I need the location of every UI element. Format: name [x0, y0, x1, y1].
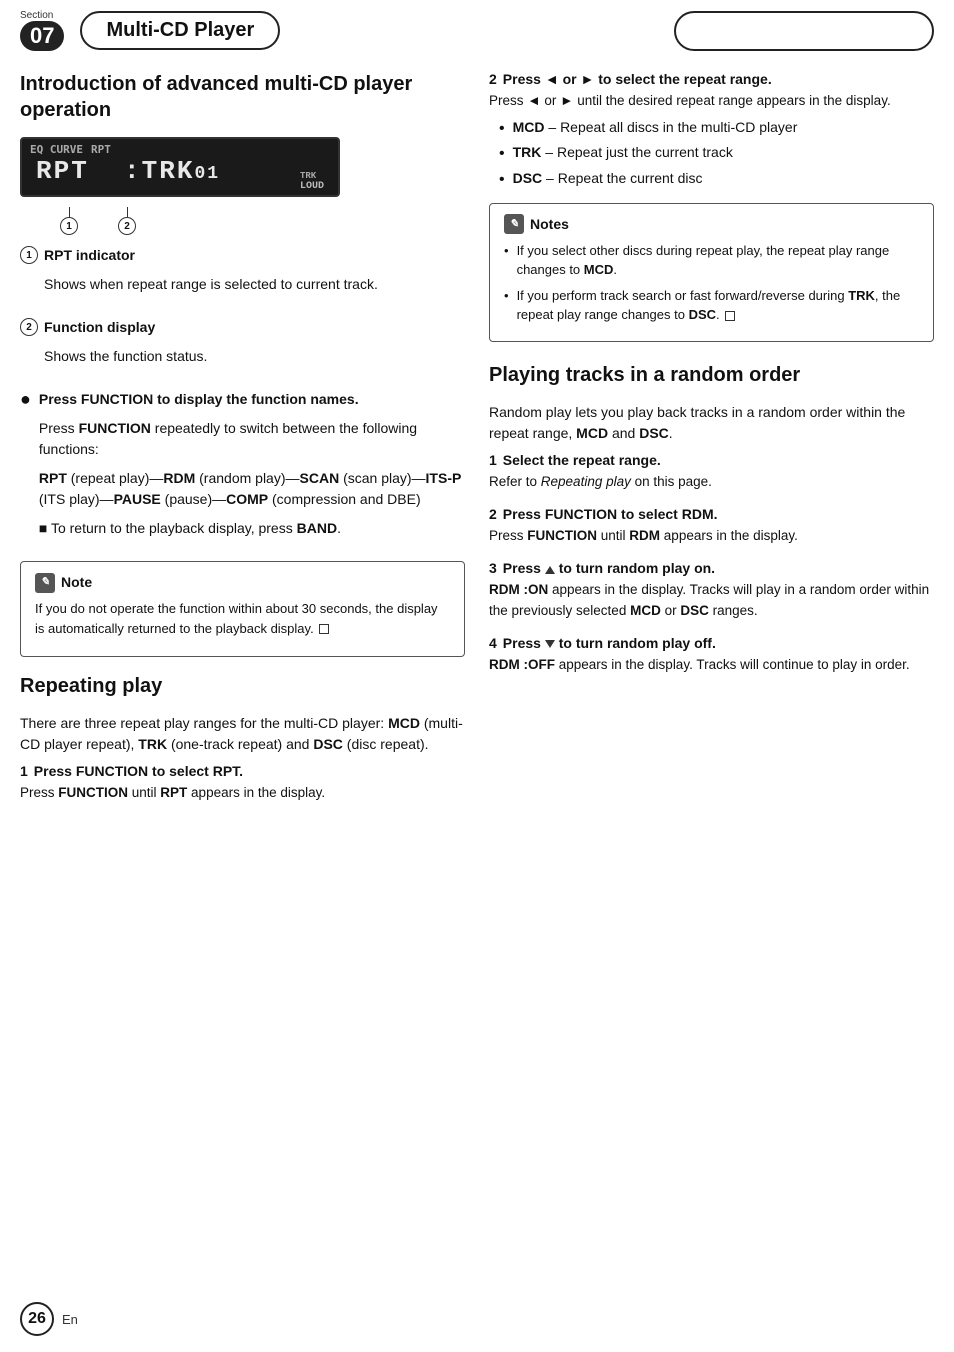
callout-indicators: 1 2 — [20, 207, 465, 235]
notes-box-right: ✎ Notes • If you select other discs duri… — [489, 203, 934, 342]
note-box: ✎ Note If you do not operate the functio… — [20, 561, 465, 657]
note-bullet-2: • If you perform track search or fast fo… — [504, 286, 919, 325]
repeating-play-intro: There are three repeat play ranges for t… — [20, 713, 465, 755]
notes-title-right: ✎ Notes — [504, 214, 919, 235]
random-play-section: Playing tracks in a random order Random … — [489, 362, 934, 675]
notes-icon-right: ✎ — [504, 214, 524, 234]
random-step-1-body: Refer to Repeating play on this page. — [489, 472, 934, 492]
repeating-play-section: Repeating play There are three repeat pl… — [20, 673, 465, 803]
random-step-3: 3Press to turn random play on. RDM :ON a… — [489, 560, 934, 621]
callout-circle-2: 2 — [118, 217, 136, 235]
callout-1-content: RPT indicator Shows when repeat range is… — [44, 245, 378, 303]
random-step-1-heading: 1Select the repeat range. — [489, 452, 934, 468]
callout-num-2: 2 — [20, 318, 38, 336]
callout-1-heading: RPT indicator — [44, 247, 135, 263]
random-play-title: Playing tracks in a random order — [489, 362, 934, 388]
callout-1: 1 RPT indicator Shows when repeat range … — [20, 245, 465, 303]
callout-2: 2 Function display Shows the function st… — [20, 317, 465, 375]
random-step-3-heading: 3Press to turn random play on. — [489, 560, 934, 576]
display-main-text: RPT :TRK­01 — [36, 156, 220, 186]
intro-title: Introduction of advanced multi-CD player… — [20, 71, 465, 123]
callout-2-heading: Function display — [44, 319, 155, 335]
press-function-item: ● Press FUNCTION to display the function… — [20, 389, 465, 547]
press-function-content: Press FUNCTION to display the function n… — [39, 389, 465, 547]
press-function-body-2: RPT (repeat play)—RDM (random play)—SCAN… — [39, 468, 465, 510]
section-number: 07 — [20, 21, 64, 51]
section-badge: Section 07 — [20, 10, 64, 51]
section-label: Section — [20, 10, 53, 21]
step-2-body: Press ◄ or ► until the desired repeat ra… — [489, 91, 934, 111]
right-column: 2Press ◄ or ► to select the repeat range… — [489, 71, 934, 817]
press-function-heading: Press FUNCTION to display the function n… — [39, 391, 359, 407]
end-mark — [319, 624, 329, 634]
random-step-2: 2Press FUNCTION to select RDM. Press FUN… — [489, 506, 934, 546]
callout-circle-1: 1 — [60, 217, 78, 235]
callout-1-line: 1 — [60, 207, 78, 235]
callout-2-body: Shows the function status. — [44, 346, 207, 367]
press-function-body-3: ■ To return to the playback display, pre… — [39, 518, 465, 539]
bullet-circle-icon: ● — [20, 389, 31, 547]
callout-1-body: Shows when repeat range is selected to c… — [44, 274, 378, 295]
note-body: If you do not operate the function withi… — [35, 599, 450, 638]
note-bullet-1: • If you select other discs during repea… — [504, 241, 919, 280]
lcd-display: EQ CURVE RPT RPT :TRK­01 TRK LOUD — [20, 137, 340, 197]
intro-section: Introduction of advanced multi-CD player… — [20, 71, 465, 657]
random-step-1: 1Select the repeat range. Refer to Repea… — [489, 452, 934, 492]
step-2-repeat: 2Press ◄ or ► to select the repeat range… — [489, 71, 934, 189]
random-step-2-body: Press FUNCTION until RDM appears in the … — [489, 526, 934, 546]
step-2-heading: 2Press ◄ or ► to select the repeat range… — [489, 71, 934, 87]
end-mark-2 — [725, 311, 735, 321]
repeating-play-title: Repeating play — [20, 673, 465, 699]
page-number: 26 — [20, 1302, 54, 1336]
note-title: ✎ Note — [35, 572, 450, 593]
display-right-indicators: TRK LOUD — [300, 171, 324, 192]
chapter-title: Multi-CD Player — [80, 11, 280, 50]
step-1: 1Press FUNCTION to select RPT. Press FUN… — [20, 763, 465, 803]
page-footer: 26 En — [20, 1302, 78, 1336]
random-play-intro: Random play lets you play back tracks in… — [489, 402, 934, 444]
bullet-mcd: • MCD – Repeat all discs in the multi-CD… — [489, 119, 934, 138]
callout-2-line: 2 — [118, 207, 136, 235]
callout-num-1: 1 — [20, 246, 38, 264]
callout-2-content: Function display Shows the function stat… — [44, 317, 207, 375]
main-content: Introduction of advanced multi-CD player… — [0, 51, 954, 847]
triangle-up-icon — [545, 566, 555, 574]
language-label: En — [62, 1312, 78, 1327]
step-1-body: Press FUNCTION until RPT appears in the … — [20, 783, 465, 803]
step-1-heading: 1Press FUNCTION to select RPT. — [20, 763, 465, 779]
repeat-range-bullets: • MCD – Repeat all discs in the multi-CD… — [489, 119, 934, 189]
left-column: Introduction of advanced multi-CD player… — [20, 71, 465, 817]
random-step-4-body: RDM :OFF appears in the display. Tracks … — [489, 655, 934, 675]
press-function-body-1: Press FUNCTION repeatedly to switch betw… — [39, 418, 465, 460]
page-header: Section 07 Multi-CD Player — [0, 0, 954, 51]
triangle-down-icon — [545, 640, 555, 648]
bullet-trk: • TRK – Repeat just the current track — [489, 144, 934, 163]
random-step-2-heading: 2Press FUNCTION to select RDM. — [489, 506, 934, 522]
random-step-4: 4Press to turn random play off. RDM :OFF… — [489, 635, 934, 675]
random-step-3-body: RDM :ON appears in the display. Tracks w… — [489, 580, 934, 621]
note-icon: ✎ — [35, 573, 55, 593]
header-right-pill — [674, 11, 934, 51]
bullet-dsc: • DSC – Repeat the current disc — [489, 170, 934, 189]
display-top-indicators: EQ CURVE RPT — [30, 143, 111, 156]
random-step-4-heading: 4Press to turn random play off. — [489, 635, 934, 651]
